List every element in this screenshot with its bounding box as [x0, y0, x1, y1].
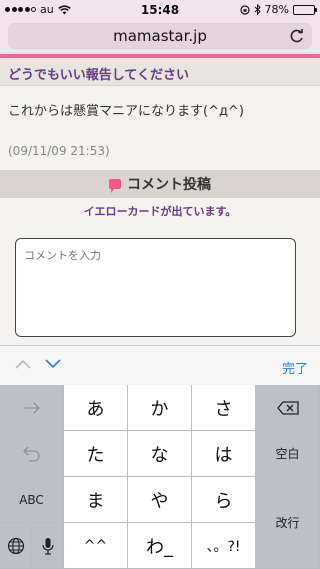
section-title: どうでもいい報告してください [0, 58, 320, 86]
rotation-lock-icon [239, 4, 250, 15]
browser-address-area: mamastar.jp [0, 20, 320, 54]
globe-icon [7, 537, 24, 554]
yellow-card-notice: イエローカードが出ています。 [83, 205, 237, 218]
battery-percent: 78% [264, 3, 289, 16]
undo-arrow-icon [22, 446, 40, 462]
key-emoticon[interactable]: ^^ [64, 523, 128, 569]
space-key[interactable]: 空白 [256, 431, 320, 477]
key-punctuation[interactable]: 、。?! [192, 523, 256, 569]
arrow-right-icon [23, 402, 40, 413]
comment-title: コメント投稿 [127, 177, 211, 193]
previous-field-chevron-up-icon[interactable] [15, 358, 31, 370]
status-bar: au 15:48 78% [0, 0, 320, 20]
address-bar[interactable]: mamastar.jp [8, 23, 312, 49]
dictation-key[interactable] [32, 523, 64, 569]
japanese-kana-keyboard: あ か さ た な は 空白 ABC ま や ら 改行 ^^ わ_ 、。?! [0, 385, 320, 569]
key-a[interactable]: あ [64, 385, 128, 431]
keyboard-accessory-bar: 完了 [0, 345, 320, 385]
backspace-key[interactable] [256, 385, 320, 431]
key-ya[interactable]: や [128, 477, 192, 523]
key-ra[interactable]: ら [192, 477, 256, 523]
bluetooth-icon [254, 4, 261, 15]
comment-section-header: コメント投稿 [0, 170, 320, 198]
delete-backspace-icon [276, 400, 299, 415]
done-button[interactable]: 完了 [282, 358, 308, 377]
key-wa[interactable]: わ_ [128, 523, 192, 569]
url-text: mamastar.jp [113, 27, 207, 45]
reload-icon[interactable] [288, 27, 306, 45]
key-ta[interactable]: た [64, 431, 128, 477]
key-sa[interactable]: さ [192, 385, 256, 431]
abc-switch-key[interactable]: ABC [0, 477, 64, 523]
key-na[interactable]: な [128, 431, 192, 477]
post-date: (09/11/09 21:53) [8, 144, 110, 158]
return-key[interactable]: 改行 [256, 477, 320, 569]
microphone-icon [41, 537, 54, 555]
page-content: どうでもいい報告してください これからは懸賞マニアになります(^д^) (09/… [0, 58, 320, 345]
globe-key[interactable] [0, 523, 32, 569]
key-ha[interactable]: は [192, 431, 256, 477]
speech-bubble-icon [109, 179, 121, 193]
next-field-chevron-down-icon[interactable] [45, 358, 61, 370]
post-text: これからは懸賞マニアになります(^д^) [8, 104, 244, 119]
comment-input[interactable] [15, 238, 296, 337]
key-ka[interactable]: か [128, 385, 192, 431]
undo-key[interactable] [0, 431, 64, 477]
cursor-right-key[interactable] [0, 385, 64, 431]
battery-icon [293, 4, 317, 15]
key-ma[interactable]: ま [64, 477, 128, 523]
